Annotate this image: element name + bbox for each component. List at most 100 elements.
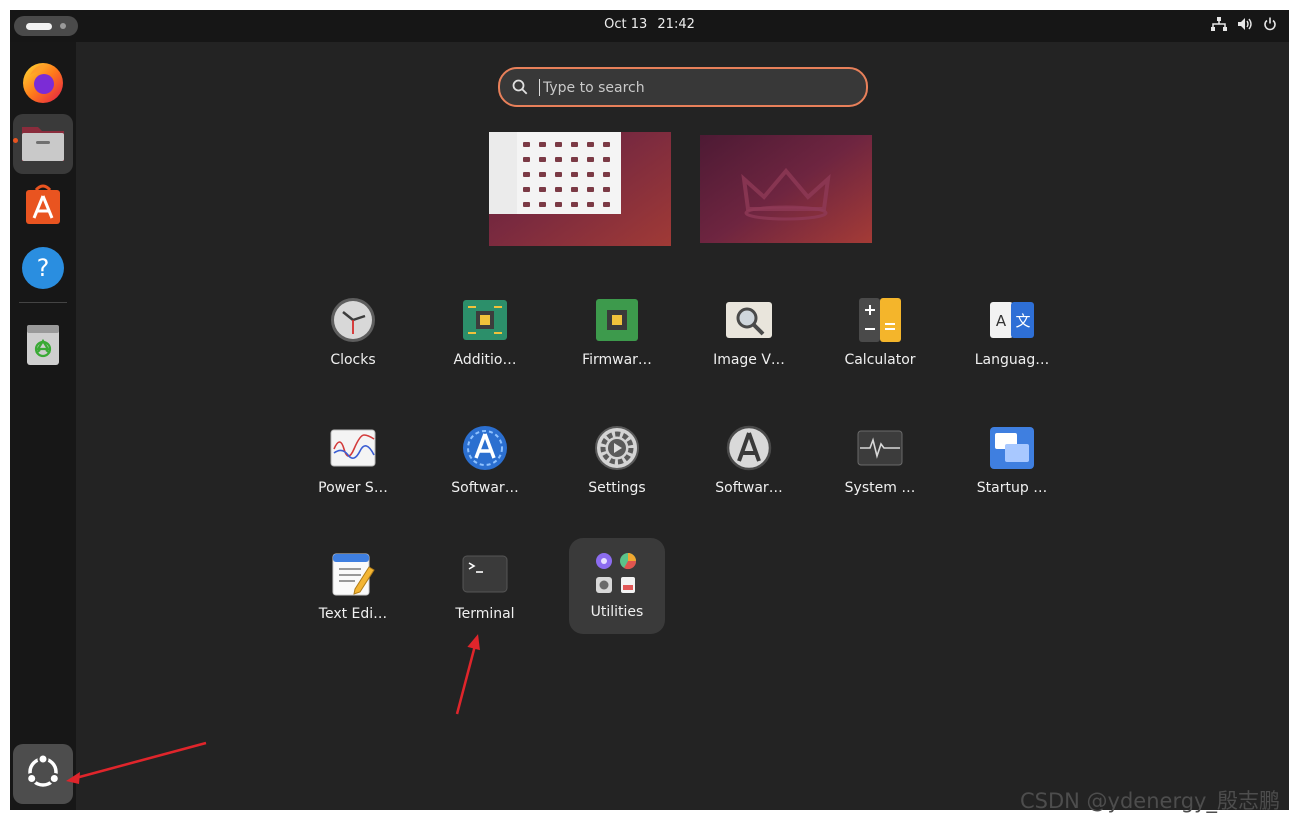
running-indicator bbox=[13, 138, 18, 143]
dock-help[interactable]: ? bbox=[13, 240, 73, 300]
thumbnail-folder-icon bbox=[603, 187, 610, 192]
thumbnail-folder-icon bbox=[555, 142, 562, 147]
thumbnail-folder-icon bbox=[523, 172, 530, 177]
app-label: Text Edi… bbox=[318, 606, 388, 622]
app-label: Firmwar… bbox=[582, 352, 652, 368]
dock-files[interactable] bbox=[13, 114, 73, 174]
trash-icon bbox=[24, 321, 62, 371]
workspace-thumbnail-1[interactable] bbox=[489, 132, 671, 246]
terminal-icon bbox=[461, 550, 509, 598]
software-updater-icon bbox=[461, 424, 509, 472]
dock-firefox[interactable] bbox=[13, 54, 73, 114]
watermark: CSDN @ydenergy_殷志鹏 bbox=[1020, 789, 1280, 813]
app-label: Settings bbox=[588, 480, 646, 496]
app-label: Calculator bbox=[844, 352, 916, 368]
thumbnail-folder-icon bbox=[571, 142, 578, 147]
thumbnail-folder-icon bbox=[539, 142, 546, 147]
language-support-icon: A文 bbox=[988, 296, 1036, 344]
system-tray[interactable] bbox=[1211, 17, 1277, 31]
disks-mini-icon bbox=[596, 577, 612, 593]
app-label: Clocks bbox=[330, 352, 376, 368]
image-viewer-icon bbox=[725, 296, 773, 344]
window-sidebar bbox=[489, 132, 517, 214]
help-icon: ? bbox=[20, 245, 66, 295]
thumbnail-folder-icon bbox=[603, 202, 610, 207]
document-scanner-mini-icon bbox=[621, 577, 635, 593]
startup-applications-icon bbox=[988, 424, 1036, 472]
thumbnail-folder-icon bbox=[587, 202, 594, 207]
search-icon bbox=[512, 79, 528, 99]
thumbnail-folder-icon bbox=[555, 202, 562, 207]
power-statistics-icon bbox=[329, 424, 377, 472]
thumbnail-folder-icon bbox=[587, 187, 594, 192]
app-startup-applications[interactable]: Startup … bbox=[962, 414, 1062, 514]
thumbnail-folder-icon bbox=[587, 142, 594, 147]
utilities-folder[interactable]: Utilities bbox=[569, 538, 665, 634]
thumbnail-folder-icon bbox=[523, 187, 530, 192]
app-label: System … bbox=[844, 480, 916, 496]
thumbnail-folder-icon bbox=[539, 157, 546, 162]
date-time[interactable]: Oct 13 21:42 bbox=[10, 17, 1289, 32]
app-label: Power S… bbox=[318, 480, 388, 496]
thumbnail-folder-icon bbox=[555, 172, 562, 177]
time-text: 21:42 bbox=[657, 17, 695, 32]
system-monitor-icon bbox=[856, 424, 904, 472]
app-label: Image V… bbox=[713, 352, 785, 368]
app-software-properties[interactable]: Softwar… bbox=[699, 414, 799, 514]
files-icon bbox=[20, 121, 66, 167]
app-text-editor[interactable]: Text Edi… bbox=[303, 540, 403, 640]
firefox-icon bbox=[20, 59, 66, 109]
thumbnail-folder-icon bbox=[571, 172, 578, 177]
app-image-viewer[interactable]: Image V… bbox=[699, 286, 799, 386]
network-icon bbox=[1211, 17, 1227, 31]
search-box[interactable] bbox=[498, 67, 868, 107]
app-system-monitor[interactable]: System … bbox=[830, 414, 930, 514]
app-power-statistics[interactable]: Power S… bbox=[303, 414, 403, 514]
workspace-thumbnail-2[interactable] bbox=[700, 135, 872, 243]
app-calculator[interactable]: Calculator bbox=[830, 286, 930, 386]
app-terminal[interactable]: Terminal bbox=[435, 540, 535, 640]
show-apps-button[interactable] bbox=[13, 744, 73, 804]
app-software-updater[interactable]: Softwar… bbox=[435, 414, 535, 514]
dock-separator bbox=[19, 302, 67, 303]
dock: ? bbox=[10, 42, 76, 810]
svg-text:A: A bbox=[996, 312, 1007, 330]
software-properties-icon bbox=[725, 424, 773, 472]
app-clock[interactable]: Clocks bbox=[303, 286, 403, 386]
app-firmware[interactable]: Firmwar… bbox=[567, 286, 667, 386]
settings-icon bbox=[593, 424, 641, 472]
thumbnail-folder-icon bbox=[603, 157, 610, 162]
thumbnail-folder-icon bbox=[571, 202, 578, 207]
thumbnail-folder-icon bbox=[523, 202, 530, 207]
clock-icon bbox=[329, 296, 377, 344]
firmware-icon bbox=[593, 296, 641, 344]
dock-app-center[interactable] bbox=[13, 176, 73, 236]
files-window-thumbnail[interactable] bbox=[489, 132, 621, 214]
search-input[interactable] bbox=[541, 76, 845, 100]
app-language-support[interactable]: A 文 Languag… bbox=[962, 286, 1062, 386]
date-text: Oct 13 bbox=[604, 17, 648, 32]
dock-trash[interactable] bbox=[13, 316, 73, 376]
app-settings[interactable]: Settings bbox=[567, 414, 667, 514]
crown-wallpaper-mark bbox=[741, 167, 831, 221]
text-cursor bbox=[539, 79, 540, 96]
utilities-folder-label: Utilities bbox=[590, 604, 644, 620]
show-apps-icon bbox=[23, 752, 63, 796]
disk-usage-mini-icon bbox=[620, 553, 637, 570]
thumbnail-folder-icon bbox=[603, 172, 610, 177]
thumbnail-folder-icon bbox=[555, 187, 562, 192]
svg-text:文: 文 bbox=[1015, 312, 1030, 330]
app-label: Additio… bbox=[453, 352, 517, 368]
app-additional-drivers[interactable]: Additio… bbox=[435, 286, 535, 386]
app-label: Terminal bbox=[455, 606, 515, 622]
annotation-arrows bbox=[66, 634, 480, 784]
text-editor-icon bbox=[329, 550, 377, 598]
thumbnail-folder-icon bbox=[603, 142, 610, 147]
app-label: Softwar… bbox=[715, 480, 783, 496]
thumbnail-folder-icon bbox=[571, 157, 578, 162]
volume-icon bbox=[1237, 17, 1253, 31]
svg-text:?: ? bbox=[37, 254, 50, 282]
thumbnail-folder-icon bbox=[587, 157, 594, 162]
desktop-screen: Oct 13 21:42 ? Type to search Clocks Add… bbox=[10, 10, 1289, 810]
thumbnail-folder-icon bbox=[539, 172, 546, 177]
